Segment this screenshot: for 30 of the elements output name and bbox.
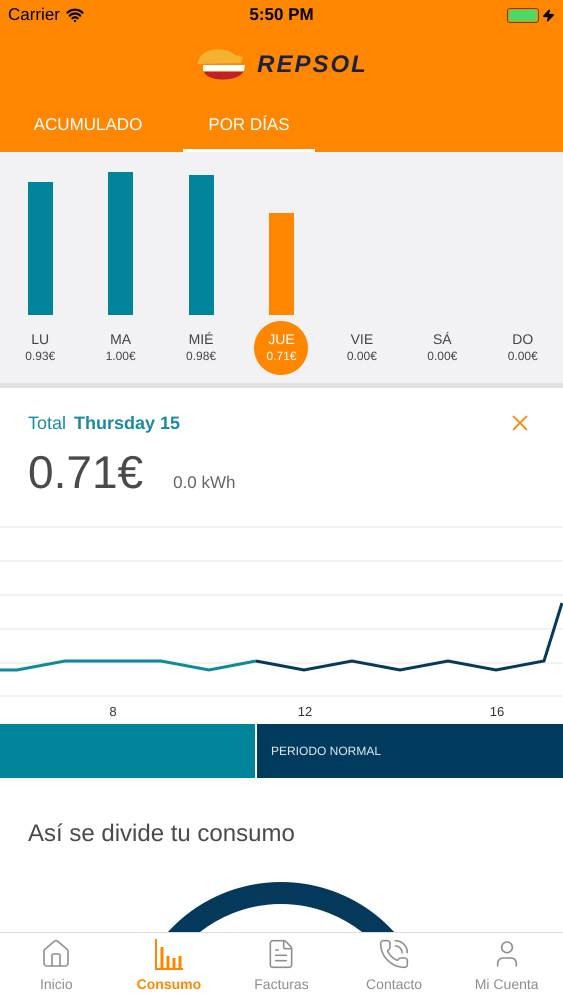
axis-label: 16 <box>490 704 504 719</box>
wifi-icon <box>66 6 84 24</box>
day-button[interactable]: JUE 0.71€ <box>254 321 308 375</box>
brand-name: REPSOL <box>257 50 368 80</box>
period-label: PERIODO NORMAL <box>271 743 382 760</box>
day-button[interactable]: MA 1.00€ <box>94 321 148 375</box>
phone-icon <box>378 938 410 970</box>
day-button[interactable]: LU 0.93€ <box>13 321 68 375</box>
axis-label: 8 <box>109 704 117 719</box>
nav-tab[interactable]: Facturas <box>225 933 338 1000</box>
battery-icon <box>507 8 539 22</box>
day-button[interactable]: MIÉ 0.98€ <box>174 321 228 375</box>
axis-label: 12 <box>298 704 312 719</box>
carrier-label: Carrier <box>8 4 60 26</box>
day-button[interactable]: VIE 0.00€ <box>334 321 389 375</box>
day-button[interactable]: SÁ 0.00€ <box>415 321 470 375</box>
nav-tab[interactable]: Consumo <box>112 933 226 1000</box>
section-title: Así se divide tu consumo <box>28 820 295 847</box>
nav-tab[interactable]: Inicio <box>0 933 113 1000</box>
amount: 0.71€ <box>28 445 144 500</box>
day-button[interactable]: DO 0.00€ <box>496 321 550 375</box>
nav-tab[interactable]: Contacto <box>338 933 450 1000</box>
total-label: Total <box>28 412 66 434</box>
tab[interactable]: ACUMULADO <box>22 100 154 152</box>
status-time: 5:50 PM <box>249 4 314 26</box>
bar-chart-icon <box>154 938 184 970</box>
charging-icon <box>542 8 555 22</box>
energy-reading: 0.0 kWh <box>173 472 236 494</box>
nav-tab[interactable]: Mi Cuenta <box>450 933 563 1000</box>
date-label: Thursday 15 <box>74 412 180 435</box>
